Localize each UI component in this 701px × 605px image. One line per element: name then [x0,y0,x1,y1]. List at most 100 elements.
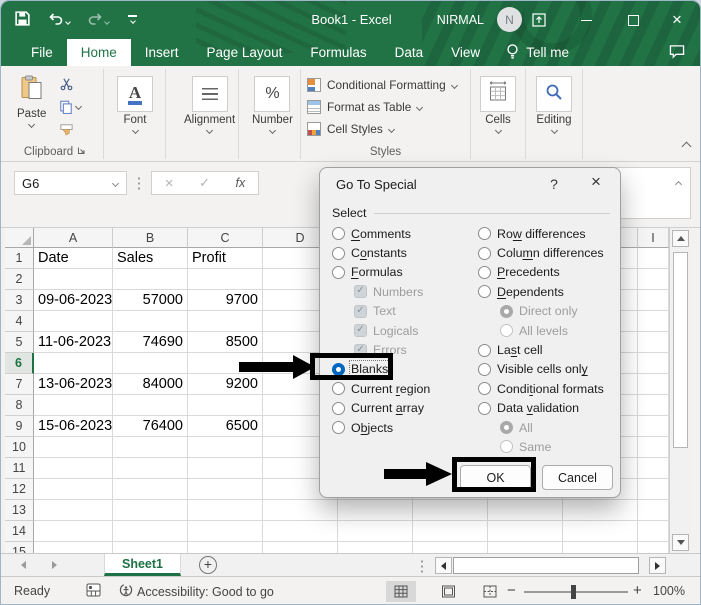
cell-B5[interactable]: 74690 [113,332,188,353]
zoom-out-icon[interactable]: − [507,582,516,599]
cell-C11[interactable] [188,458,263,479]
cell-I9[interactable] [638,416,669,437]
row-header-7[interactable]: 7 [5,374,34,395]
previous-sheet-icon[interactable] [21,561,26,569]
cell-A12[interactable] [34,479,113,500]
cell-C2[interactable] [188,269,263,290]
option-row-differences[interactable]: Row differences [478,224,614,243]
next-sheet-icon[interactable] [52,561,57,569]
tab-view[interactable]: View [437,39,494,66]
cell-I15[interactable] [638,542,669,553]
cell-F14[interactable] [413,521,488,542]
tab-formulas[interactable]: Formulas [296,39,380,66]
cell-B1[interactable]: Sales [113,248,188,269]
option-current-region[interactable]: Current region [332,379,478,398]
cell-A4[interactable] [34,311,113,332]
option-visible-cells-only[interactable]: Visible cells only [478,360,614,379]
tab-page-layout[interactable]: Page Layout [193,39,297,66]
sheet-tab-sheet1[interactable]: Sheet1 [104,554,181,576]
column-header-A[interactable]: A [34,228,113,248]
row-header-1[interactable]: 1 [5,248,34,269]
cell-D15[interactable] [263,542,338,553]
cell-B10[interactable] [113,437,188,458]
styles-item-cell-styles[interactable]: Cell Styles [303,118,469,140]
tab-insert[interactable]: Insert [131,39,193,66]
row-header-11[interactable]: 11 [5,458,34,479]
dialog-help-icon[interactable]: ? [544,176,564,192]
cell-E13[interactable] [338,500,413,521]
option-conditional-formats[interactable]: Conditional formats [478,379,614,398]
cell-A9[interactable]: 15-06-2023 [34,416,113,437]
row-header-8[interactable]: 8 [5,395,34,416]
cell-D14[interactable] [263,521,338,542]
close-button[interactable]: × [664,9,690,31]
option-objects[interactable]: Objects [332,418,478,437]
tab-data[interactable]: Data [381,39,438,66]
cell-B11[interactable] [113,458,188,479]
row-header-2[interactable]: 2 [5,269,34,290]
cell-G15[interactable] [488,542,563,553]
collapse-ribbon-icon[interactable] [681,137,692,155]
row-header-6[interactable]: 6 [5,353,34,374]
separator-dots[interactable] [421,559,423,573]
cell-C3[interactable]: 9700 [188,290,263,311]
cells-group-button[interactable]: Cells [480,76,516,135]
cell-I14[interactable] [638,521,669,542]
dialog-launcher-icon[interactable] [77,146,86,158]
cell-I1[interactable] [638,248,669,269]
vertical-scrollbar[interactable] [669,228,691,553]
zoom-slider-thumb[interactable] [571,585,576,599]
column-header-C[interactable]: C [188,228,263,248]
column-header-B[interactable]: B [113,228,188,248]
cell-B3[interactable]: 57000 [113,290,188,311]
cell-B14[interactable] [113,521,188,542]
cell-A7[interactable]: 13-06-2023 [34,374,113,395]
zoom-level[interactable]: 100% [653,584,685,598]
cell-G14[interactable] [488,521,563,542]
cell-I4[interactable] [638,311,669,332]
cell-I11[interactable] [638,458,669,479]
vertical-scroll-thumb[interactable] [673,252,688,448]
scroll-left-icon[interactable] [435,557,452,574]
enter-entry-icon[interactable]: ✓ [199,175,210,191]
cancel-entry-icon[interactable]: × [165,175,174,192]
zoom-slider-track[interactable] [524,591,628,593]
cell-B4[interactable] [113,311,188,332]
scroll-down-icon[interactable] [672,534,689,551]
cell-E15[interactable] [338,542,413,553]
cut-icon[interactable] [59,77,74,96]
cell-H13[interactable] [563,500,638,521]
option-dependents[interactable]: Dependents [478,282,614,301]
zoom-in-icon[interactable]: + [633,582,642,599]
horizontal-scroll-thumb[interactable] [453,557,639,574]
tab-file[interactable]: File [17,39,67,66]
ribbon-display-options-icon[interactable] [526,9,552,31]
cell-B8[interactable] [113,395,188,416]
cell-A13[interactable] [34,500,113,521]
cancel-button[interactable]: Cancel [542,465,613,490]
cell-H15[interactable] [563,542,638,553]
option-current-array[interactable]: Current array [332,399,478,418]
cell-I8[interactable] [638,395,669,416]
cell-F15[interactable] [413,542,488,553]
cell-B13[interactable] [113,500,188,521]
cell-B15[interactable] [113,542,188,553]
cell-A11[interactable] [34,458,113,479]
copy-icon[interactable] [59,99,83,114]
editing-group-button[interactable]: Editing [536,76,572,135]
scroll-right-icon[interactable] [649,557,666,574]
normal-view-icon[interactable] [386,581,416,602]
styles-item-conditional-formatting[interactable]: Conditional Formatting [303,74,469,96]
cell-C4[interactable] [188,311,263,332]
cell-B6[interactable] [113,353,188,374]
row-header-14[interactable]: 14 [5,521,34,542]
cell-I13[interactable] [638,500,669,521]
cell-C8[interactable] [188,395,263,416]
cell-A1[interactable]: Date [34,248,113,269]
scroll-up-icon[interactable] [672,230,689,247]
insert-function-icon[interactable]: fx [236,176,246,190]
maximize-button[interactable] [620,9,646,31]
cell-I12[interactable] [638,479,669,500]
cell-C12[interactable] [188,479,263,500]
macro-record-icon[interactable] [86,583,101,600]
